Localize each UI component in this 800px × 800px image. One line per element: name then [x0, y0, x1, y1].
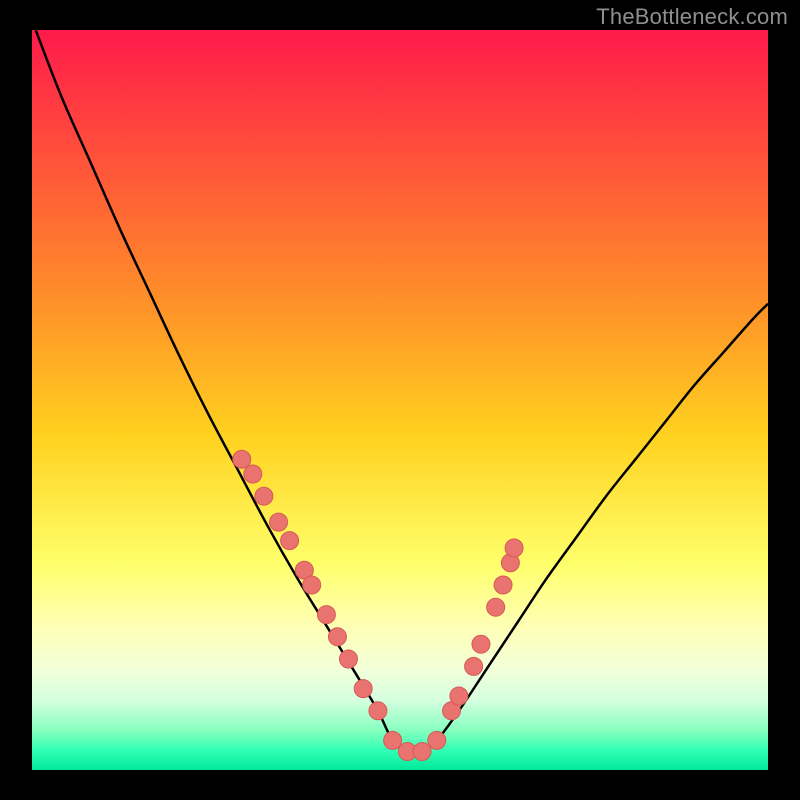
data-marker: [494, 576, 512, 594]
data-marker: [281, 532, 299, 550]
data-marker: [505, 539, 523, 557]
data-marker: [465, 657, 483, 675]
data-marker: [270, 513, 288, 531]
data-marker: [244, 465, 262, 483]
chart-frame: TheBottleneck.com: [0, 0, 800, 800]
data-marker: [317, 606, 335, 624]
data-marker: [450, 687, 468, 705]
data-marker: [413, 743, 431, 761]
data-marker: [487, 598, 505, 616]
data-marker: [303, 576, 321, 594]
data-marker: [428, 731, 446, 749]
data-marker: [328, 628, 346, 646]
data-marker: [354, 680, 372, 698]
data-marker: [369, 702, 387, 720]
data-marker: [339, 650, 357, 668]
data-marker: [255, 487, 273, 505]
data-marker: [384, 731, 402, 749]
plot-background: [32, 30, 768, 770]
data-marker: [472, 635, 490, 653]
bottleneck-chart: [0, 0, 800, 800]
data-marker: [233, 450, 251, 468]
